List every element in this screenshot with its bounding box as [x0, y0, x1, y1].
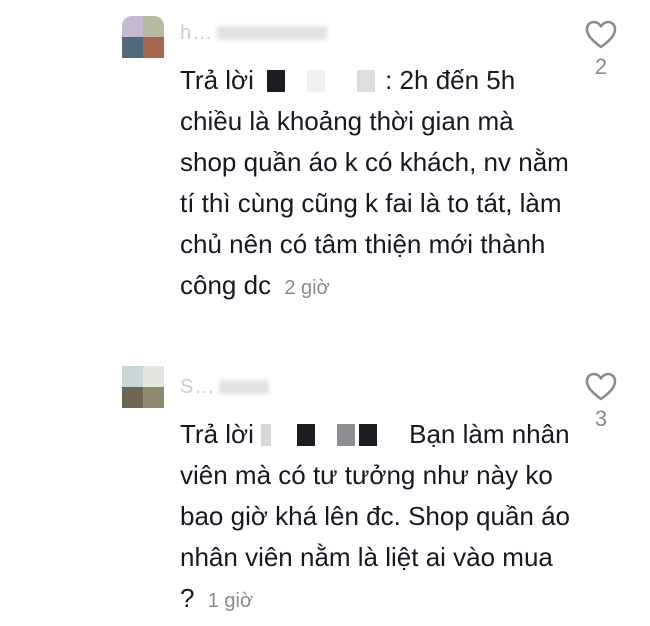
masked-mention[interactable] [261, 70, 385, 94]
like-button[interactable]: 3 [584, 372, 618, 432]
masked-mention[interactable] [261, 424, 409, 448]
comment-body: : 2h đến 5h chiều là khoảng thời gian mà… [180, 65, 569, 300]
like-count: 2 [594, 54, 608, 79]
avatar[interactable] [122, 16, 164, 58]
username-blur [219, 380, 270, 394]
username-text: h… [180, 21, 214, 44]
like-count: 3 [594, 406, 608, 431]
comment-text: Trả lời : 2h đến 5h chiều là khoảng thời… [180, 60, 570, 309]
heart-outline-icon [585, 372, 617, 401]
username-blur [217, 26, 328, 40]
comment-username[interactable]: S… [180, 374, 270, 400]
heart-outline-icon [585, 20, 617, 49]
comment-text: Trả lời Bạn làm nhân viên mà có tư tưởng… [180, 414, 570, 622]
comment-username[interactable]: h… [180, 20, 328, 46]
avatar[interactable] [122, 366, 164, 408]
comment-timestamp: 1 giờ [207, 590, 254, 612]
reply-prefix: Trả lời [180, 419, 254, 449]
comment-timestamp: 2 giờ [284, 277, 330, 299]
like-button[interactable]: 2 [584, 20, 618, 80]
username-text: S… [180, 375, 216, 398]
reply-prefix: Trả lời [180, 65, 254, 95]
